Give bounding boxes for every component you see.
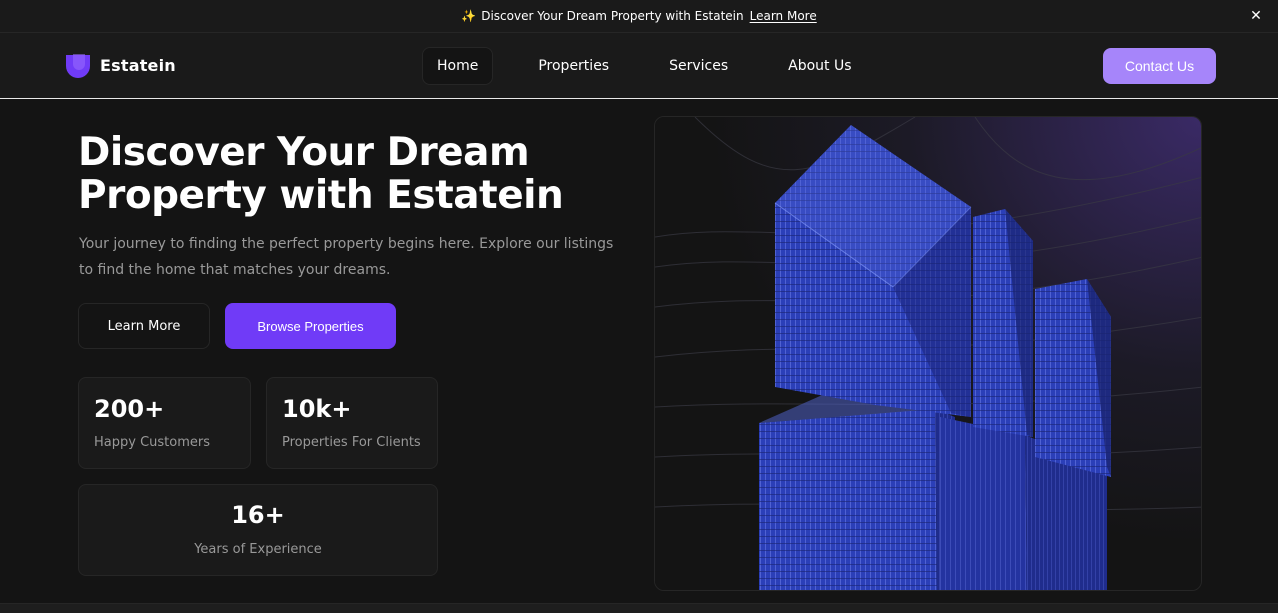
learn-more-button[interactable]: Learn More bbox=[78, 303, 210, 349]
main-menu: Home Properties Services About Us bbox=[422, 47, 867, 85]
logo[interactable]: Estatein bbox=[63, 50, 176, 80]
sparkles-icon: ✨ bbox=[461, 9, 477, 23]
logo-mark-icon bbox=[66, 54, 90, 78]
stat-label: Years of Experience bbox=[194, 542, 322, 557]
banner-learn-more-link[interactable]: Learn More bbox=[750, 9, 817, 23]
stat-value: 200+ bbox=[94, 395, 165, 423]
stat-value: 10k+ bbox=[282, 395, 352, 423]
announcement-banner: ✨ Discover Your Dream Property with Esta… bbox=[0, 0, 1278, 33]
nav-item-about-us[interactable]: About Us bbox=[773, 47, 866, 85]
stat-card-properties: 10k+ Properties For Clients bbox=[266, 377, 438, 469]
banner-text: Discover Your Dream Property with Estate… bbox=[481, 9, 744, 23]
building-illustration bbox=[655, 117, 1201, 590]
brand-name: Estatein bbox=[100, 55, 176, 75]
nav-item-properties[interactable]: Properties bbox=[523, 47, 624, 85]
close-icon[interactable]: ✕ bbox=[1248, 8, 1264, 24]
next-section-edge bbox=[0, 603, 1278, 613]
browse-properties-button[interactable]: Browse Properties bbox=[225, 303, 396, 349]
hero-description: Your journey to finding the perfect prop… bbox=[79, 236, 614, 278]
stat-label: Happy Customers bbox=[94, 435, 210, 450]
stat-card-happy-customers: 200+ Happy Customers bbox=[78, 377, 251, 469]
contact-us-button[interactable]: Contact Us bbox=[1103, 48, 1216, 84]
stat-value: 16+ bbox=[231, 501, 285, 529]
nav-item-home[interactable]: Home bbox=[422, 47, 494, 85]
nav-item-services[interactable]: Services bbox=[654, 47, 743, 85]
stat-label: Properties For Clients bbox=[282, 435, 421, 450]
hero-title: Discover Your Dream Property with Estate… bbox=[78, 130, 564, 218]
navbar: Estatein Home Properties Services About … bbox=[0, 33, 1278, 99]
hero-building-image bbox=[654, 116, 1202, 591]
stat-card-experience: 16+ Years of Experience bbox=[78, 484, 438, 576]
